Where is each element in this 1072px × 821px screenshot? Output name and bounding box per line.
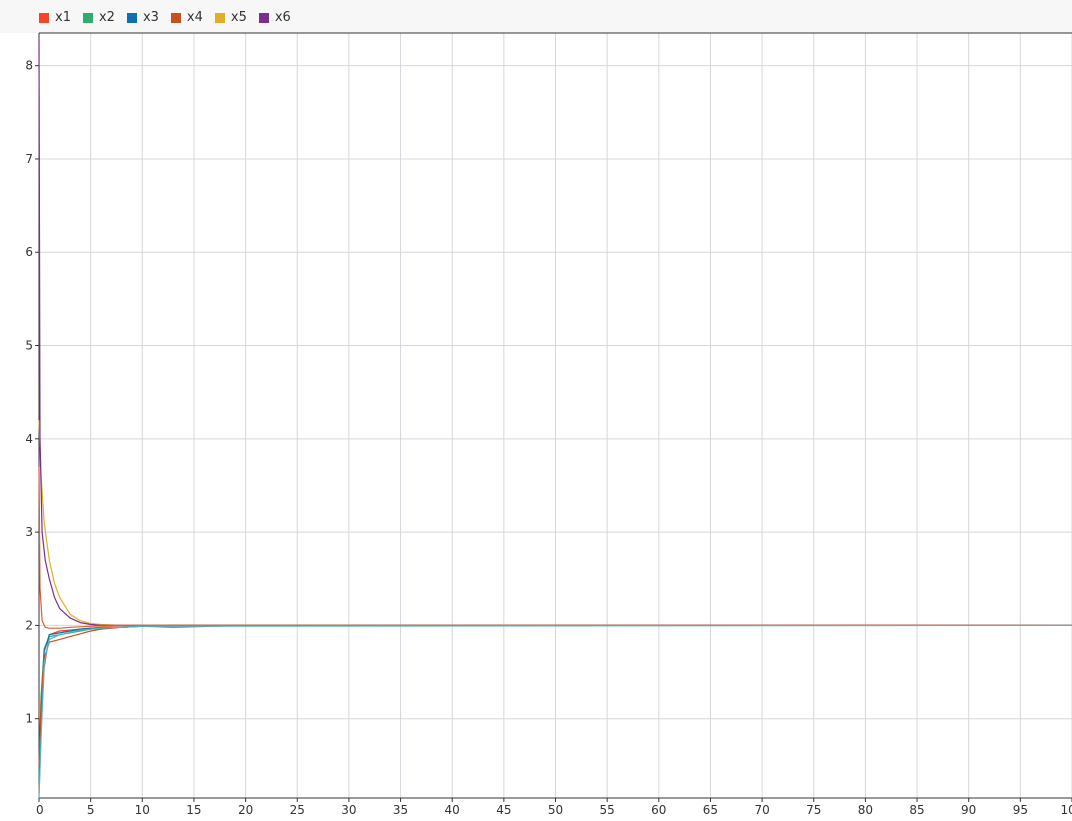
y-tick-label: 1 [25, 712, 33, 726]
y-tick-label: 8 [25, 59, 33, 73]
x-tick-label: 0 [36, 803, 44, 817]
x-tick-label: 5 [87, 803, 95, 817]
x-tick-label: 15 [186, 803, 201, 817]
x-tick-label: 65 [703, 803, 718, 817]
x-tick-label: 35 [393, 803, 408, 817]
x-tick-label: 50 [548, 803, 563, 817]
y-tick-label: 3 [25, 525, 33, 539]
y-tick-label: 4 [25, 432, 33, 446]
y-tick-label: 6 [25, 245, 33, 259]
y-tick-label: 5 [25, 339, 33, 353]
x-tick-label: 100 [1061, 803, 1072, 817]
x-tick-label: 45 [496, 803, 511, 817]
y-tick-label: 2 [25, 618, 33, 632]
x-tick-label: 20 [238, 803, 253, 817]
x-tick-label: 90 [961, 803, 976, 817]
x-tick-label: 60 [651, 803, 666, 817]
x-tick-label: 75 [806, 803, 821, 817]
y-tick-label: 7 [25, 152, 33, 166]
x-tick-label: 85 [909, 803, 924, 817]
x-tick-label: 80 [858, 803, 873, 817]
x-tick-label: 70 [754, 803, 769, 817]
x-tick-label: 40 [445, 803, 460, 817]
x-tick-label: 25 [290, 803, 305, 817]
line-chart: 0510152025303540455055606570758085909510… [25, 32, 1072, 817]
x-tick-label: 10 [135, 803, 150, 817]
x-tick-label: 95 [1013, 803, 1028, 817]
x-tick-label: 30 [341, 803, 356, 817]
x-tick-label: 55 [600, 803, 615, 817]
